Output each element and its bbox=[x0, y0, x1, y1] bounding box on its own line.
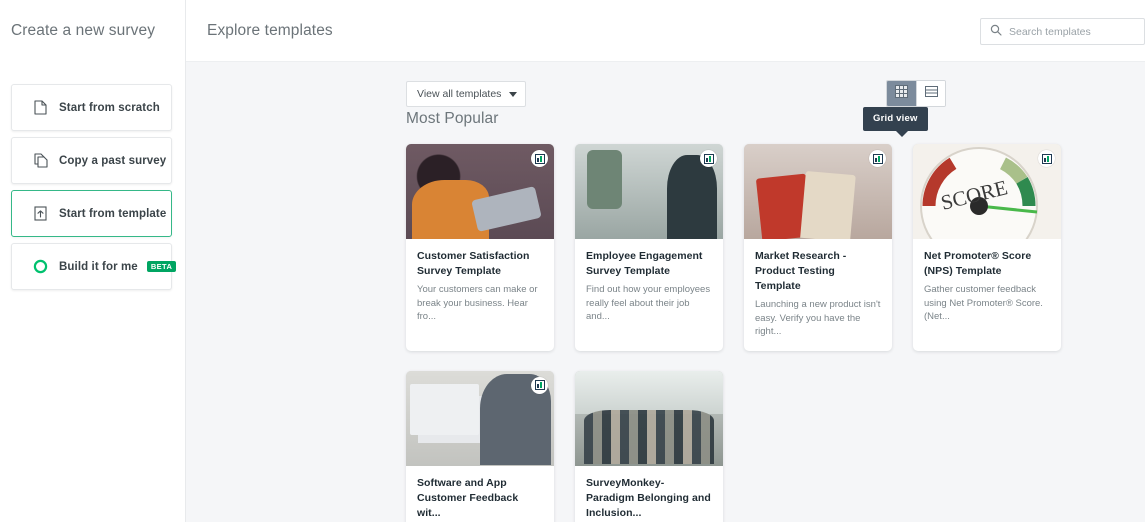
document-icon bbox=[33, 100, 48, 116]
grid-icon bbox=[895, 84, 908, 103]
sidebar-title: Create a new survey bbox=[11, 22, 156, 39]
sidebar-item-label: Start from scratch bbox=[59, 101, 160, 114]
template-card-body: Customer Satisfaction Survey Template Yo… bbox=[406, 239, 554, 336]
sidebar-item-build-it-for-me[interactable]: Build it for me BETA bbox=[11, 243, 177, 290]
template-thumbnail bbox=[406, 144, 554, 239]
view-all-templates-dropdown[interactable]: View all templates bbox=[406, 81, 526, 107]
search-icon bbox=[990, 23, 1002, 41]
circle-icon bbox=[33, 259, 48, 275]
grid-view-button[interactable] bbox=[887, 81, 916, 106]
template-card[interactable]: Employee Engagement Survey Template Find… bbox=[575, 144, 723, 351]
template-description: Launching a new product isn't easy. Veri… bbox=[755, 299, 881, 337]
grid-view-tooltip: Grid view bbox=[863, 107, 928, 137]
main-content: Explore templates View all templates Gri… bbox=[186, 0, 1145, 522]
template-title: Market Research - Product Testing Templa… bbox=[755, 250, 847, 292]
template-description: Find out how your employees really feel … bbox=[586, 284, 711, 322]
template-thumbnail bbox=[575, 144, 723, 239]
bar-chart-icon bbox=[1038, 150, 1055, 167]
template-title: Employee Engagement Survey Template bbox=[586, 250, 703, 277]
template-card[interactable]: Market Research - Product Testing Templa… bbox=[744, 144, 892, 351]
sidebar: Create a new survey Start from scratch C… bbox=[0, 0, 186, 522]
beta-badge: BETA bbox=[146, 260, 177, 273]
search-box[interactable] bbox=[980, 18, 1145, 45]
document-import-icon bbox=[33, 206, 48, 222]
list-icon bbox=[924, 85, 938, 103]
template-card[interactable]: Software and App Customer Feedback wit..… bbox=[406, 370, 554, 522]
template-card[interactable]: Customer Satisfaction Survey Template Yo… bbox=[406, 144, 554, 351]
sidebar-item-label: Build it for me bbox=[59, 260, 138, 273]
toolbar: View all templates Grid view bbox=[186, 62, 1145, 137]
template-thumbnail bbox=[406, 370, 554, 466]
template-thumbnail bbox=[744, 144, 892, 239]
sidebar-item-label: Start from template bbox=[59, 207, 167, 220]
template-title: SurveyMonkey-Paradigm Belonging and Incl… bbox=[586, 476, 711, 519]
list-view-button[interactable] bbox=[916, 81, 945, 106]
thumbnail-image bbox=[575, 370, 723, 466]
app-root: Create a new survey Start from scratch C… bbox=[0, 0, 1145, 522]
sidebar-item-label: Copy a past survey bbox=[59, 154, 167, 167]
page-title: Explore templates bbox=[207, 21, 333, 39]
bar-chart-icon bbox=[531, 376, 548, 394]
chevron-down-icon bbox=[509, 91, 517, 97]
bar-chart-icon bbox=[869, 150, 886, 167]
bar-chart-icon bbox=[531, 150, 548, 167]
template-card[interactable]: SurveyMonkey-Paradigm Belonging and Incl… bbox=[575, 370, 723, 522]
template-card-body: Market Research - Product Testing Templa… bbox=[744, 239, 892, 351]
search-input[interactable] bbox=[1009, 25, 1134, 38]
sidebar-item-copy-a-past-survey[interactable]: Copy a past survey bbox=[11, 137, 172, 184]
template-description: Gather customer feedback using Net Promo… bbox=[924, 284, 1043, 322]
template-title: Net Promoter® Score (NPS) Template bbox=[924, 250, 1032, 277]
template-thumbnail: SCORE bbox=[913, 144, 1061, 239]
template-title: Customer Satisfaction Survey Template bbox=[417, 250, 530, 277]
template-thumbnail bbox=[575, 370, 723, 466]
sidebar-item-start-from-scratch[interactable]: Start from scratch bbox=[11, 84, 172, 131]
template-card-body: SurveyMonkey-Paradigm Belonging and Incl… bbox=[575, 466, 723, 522]
view-toggle-group bbox=[886, 80, 946, 107]
template-description: Your customers can make or break your bu… bbox=[417, 284, 538, 322]
template-title: Software and App Customer Feedback wit..… bbox=[417, 476, 519, 519]
section-title: Most Popular bbox=[406, 110, 499, 127]
template-card-body: Employee Engagement Survey Template Find… bbox=[575, 239, 723, 336]
template-card-body: Software and App Customer Feedback wit..… bbox=[406, 466, 554, 522]
copy-documents-icon bbox=[33, 153, 48, 169]
dropdown-label: View all templates bbox=[417, 88, 502, 100]
template-card-body: Net Promoter® Score (NPS) Template Gathe… bbox=[913, 239, 1061, 336]
sidebar-item-list: Start from scratch Copy a past survey St… bbox=[0, 84, 185, 290]
bar-chart-icon bbox=[700, 150, 717, 167]
header-bar: Explore templates bbox=[186, 0, 1145, 62]
template-card[interactable]: SCORE Net Promoter® Score (NPS) Template… bbox=[913, 144, 1061, 351]
sidebar-item-start-from-template[interactable]: Start from template bbox=[11, 190, 172, 237]
template-grid: Customer Satisfaction Survey Template Yo… bbox=[406, 144, 1106, 522]
